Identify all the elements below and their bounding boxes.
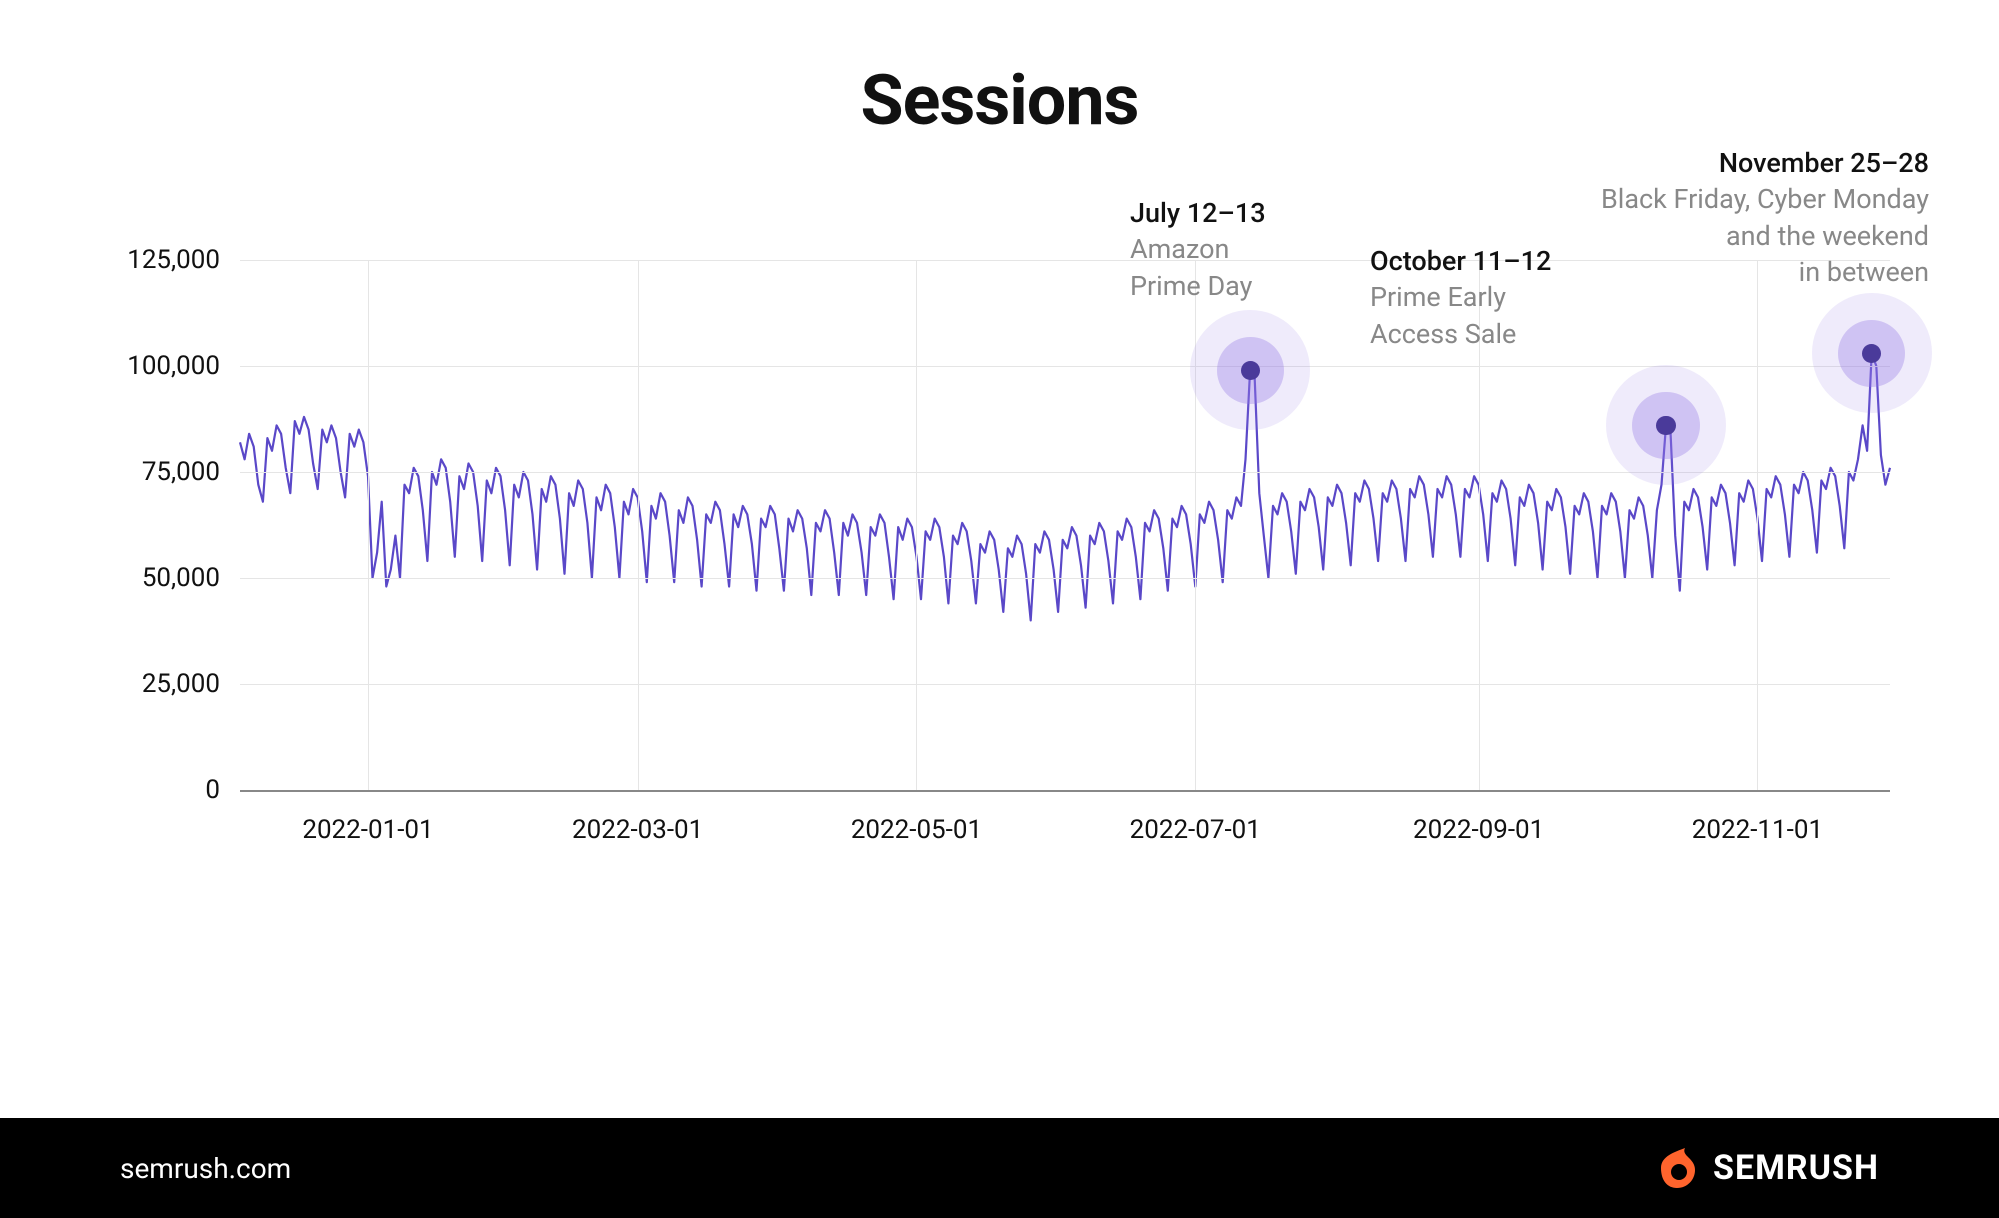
- chart: 025,00050,00075,000100,000125,000 2022-0…: [120, 260, 1890, 840]
- line-series: [240, 260, 1890, 790]
- plot-area: [240, 260, 1890, 792]
- y-axis: 025,00050,00075,000100,000125,000: [120, 260, 230, 790]
- x-tick-label: 2022-05-01: [851, 815, 982, 845]
- annotation-early-access: October 11–12 Prime EarlyAccess Sale: [1370, 243, 1551, 352]
- annotation-black-friday: November 25–28 Black Friday, Cyber Monda…: [1601, 145, 1929, 291]
- y-tick-label: 125,000: [127, 245, 220, 275]
- y-tick-label: 100,000: [127, 351, 220, 381]
- flame-icon: [1655, 1146, 1699, 1190]
- brand-logo: SEMRUSH: [1655, 1146, 1879, 1190]
- x-tick-label: 2022-07-01: [1130, 815, 1261, 845]
- x-tick-label: 2022-01-01: [302, 815, 433, 845]
- footer-url: semrush.com: [120, 1152, 291, 1185]
- y-tick-label: 0: [205, 775, 220, 805]
- x-tick-label: 2022-09-01: [1413, 815, 1544, 845]
- annotation-prime-day: July 12–13 AmazonPrime Day: [1130, 195, 1266, 304]
- chart-title: Sessions: [0, 0, 1999, 142]
- y-tick-label: 75,000: [142, 457, 220, 487]
- footer: semrush.com SEMRUSH: [0, 1118, 1999, 1218]
- x-tick-label: 2022-11-01: [1692, 815, 1823, 845]
- x-tick-label: 2022-03-01: [572, 815, 703, 845]
- y-tick-label: 25,000: [142, 669, 220, 699]
- y-tick-label: 50,000: [142, 563, 220, 593]
